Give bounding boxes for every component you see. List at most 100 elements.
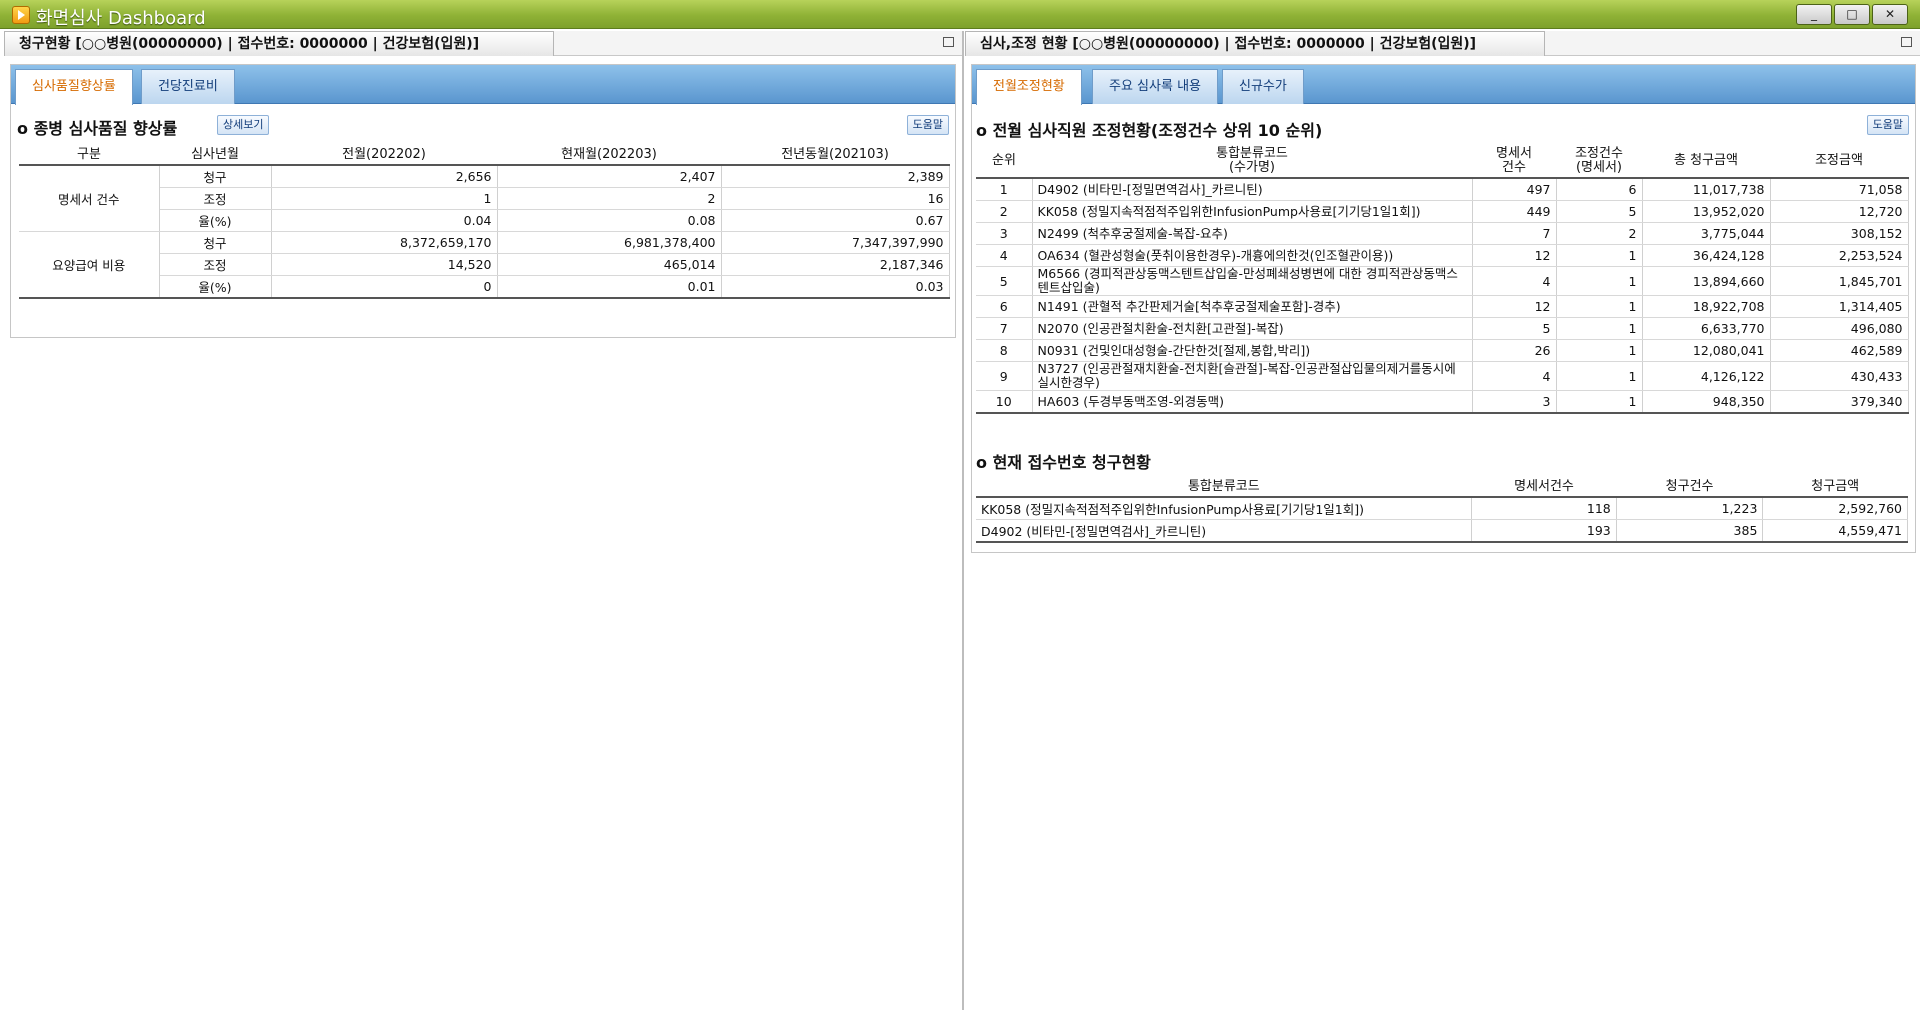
cell-claims: 385 [1616, 519, 1764, 543]
help-button[interactable]: 도움말 [906, 115, 949, 135]
cell-count: 5 [1472, 317, 1557, 340]
quality-table: 구분 심사년월 전월(202202) 현재월(202203) 전년동월(2021… [19, 141, 950, 299]
cell-code: M6566 (경피적관상동맥스텐트삽입술-만성폐쇄성병변에 대한 경피적관상동맥… [1032, 266, 1473, 296]
cell-count: 3 [1472, 390, 1557, 414]
cell-adjust-count: 1 [1556, 361, 1643, 391]
cell-adjust-amount: 430,433 [1770, 361, 1909, 391]
table-row[interactable]: 3 N2499 (척추후궁절제술-복잡-요추) 7 2 3,775,044 308,152 [976, 222, 1909, 245]
help-button[interactable]: 도움말 [1866, 115, 1909, 135]
cell-prev: 1 [271, 187, 498, 210]
cell-adjust-count: 1 [1556, 266, 1643, 296]
cell-prev: 8,372,659,170 [271, 231, 498, 254]
tab-new-fees[interactable]: 신규수가 [1222, 69, 1304, 104]
maximize-button[interactable]: □ [1834, 4, 1870, 25]
row-label: 조정 [159, 187, 272, 210]
cell-claims: 1,223 [1616, 497, 1764, 520]
cell-adjust-count: 1 [1556, 390, 1643, 414]
table-row[interactable]: D4902 (비타민-[정밀면역검사]_카르니틴) 193 385 4,559,… [976, 519, 1908, 543]
table-row[interactable]: 4 OA634 (혈관성형술(풋취이용한경우)-개흉에의한것(인조혈관이용)) 12… [976, 244, 1909, 267]
detail-view-button[interactable]: 상세보기 [217, 115, 270, 135]
cell-claim-amount: 6,633,770 [1642, 317, 1771, 340]
col-header: 조정건수 (명세서) [1556, 145, 1642, 179]
cell-count: 497 [1472, 178, 1557, 201]
cell-claim-amount: 11,017,738 [1642, 178, 1771, 201]
cell-last-year: 0.03 [721, 275, 950, 299]
tab-last-month-adjustment[interactable]: 전월조정현황 [976, 69, 1082, 105]
table-row[interactable]: 8 N0931 (건및인대성형술-간단한것[절제,봉합,박리]) 26 1 12,080… [976, 339, 1909, 362]
pane-header: 청구현황 [○○병원(00000000) | 접수번호: 0000000 | 건… [4, 31, 962, 56]
table-row[interactable]: KK058 (정밀지속적점적주입위한InfusionPump사용료[기기당1일1… [976, 497, 1908, 520]
table-row[interactable]: 10 HA603 (두경부동맥조영-외경동맥) 3 1 948,350 379,340 [976, 390, 1909, 414]
col-header: 구분 [19, 141, 159, 166]
cell-rank: 10 [976, 390, 1033, 414]
cell-rank: 7 [976, 317, 1033, 340]
cell-cur: 465,014 [497, 253, 722, 276]
cell-adjust-count: 5 [1556, 200, 1643, 223]
cell-claim-amount: 948,350 [1642, 390, 1771, 414]
pane-header-title: 청구현황 [○○병원(00000000) | 접수번호: 0000000 | 건… [4, 31, 554, 56]
table-row: 명세서 건수 청구 2,656 2,407 2,389 [19, 165, 950, 232]
table-row[interactable]: 2 KK058 (정밀지속적점적주입위한InfusionPump사용료[기기당1일… [976, 200, 1909, 223]
table-row[interactable]: 5 M6566 (경피적관상동맥스텐트삽입술-만성폐쇄성병변에 대한 경피적관상동… [976, 266, 1909, 296]
col-header: 전년동월(202103) [721, 141, 949, 166]
claim-status-pane: 청구현황 [○○병원(00000000) | 접수번호: 0000000 | 건… [4, 31, 964, 1010]
maximize-pane-icon[interactable] [943, 37, 954, 47]
cell-code: N3727 (인공관절재치환술-전치환[슬관절]-복잡-인공관절삽입물의제거를동… [1032, 361, 1473, 391]
col-header: 심사년월 [159, 141, 271, 166]
cell-cur: 2,407 [497, 165, 722, 188]
col-header: 조정금액 [1770, 145, 1908, 179]
adjustment-section: 전월조정현황 주요 심사록 내용 신규수가 전월 심사직원 조정현황(조정건수 … [971, 64, 1916, 553]
cell-prev: 0.04 [271, 209, 498, 232]
row-label: 율(%) [159, 275, 272, 299]
pane-header: 심사,조정 현황 [○○병원(00000000) | 접수번호: 0000000… [965, 31, 1920, 56]
adjustment-top10-table: 순위 통합분류코드 (수가명) 명세서 건수 조정건수 (명세서) 총 청구금액… [976, 145, 1909, 414]
cell-adjust-amount: 12,720 [1770, 200, 1909, 223]
tab-bar: 심사품질향상률 건당진료비 [11, 65, 955, 105]
table-row[interactable]: 6 N1491 (관혈적 추간판제거술[척추후궁절제술포함]-경추) 12 1 18,9… [976, 295, 1909, 318]
tab-cost-per-case[interactable]: 건당진료비 [141, 69, 235, 104]
review-adjustment-pane: 심사,조정 현황 [○○병원(00000000) | 접수번호: 0000000… [965, 31, 1920, 1010]
cell-cur: 6,981,378,400 [497, 231, 722, 254]
section-title: 전월 심사직원 조정현황(조정건수 상위 10 순위) [976, 117, 1323, 141]
tab-key-review-notes[interactable]: 주요 심사록 내용 [1092, 69, 1218, 104]
col-header: 전월(202202) [271, 141, 497, 166]
cell-last-year: 2,187,346 [721, 253, 950, 276]
cell-count: 4 [1472, 266, 1557, 296]
cell-adjust-count: 2 [1556, 222, 1643, 245]
cell-code: D4902 (비타민-[정밀면역검사]_카르니틴) [976, 519, 1473, 543]
row-label: 청구 [159, 231, 272, 254]
col-header: 명세서건수 [1471, 473, 1617, 498]
table-row[interactable]: 1 D4902 (비타민-[정밀면역검사]_카르니틴) 497 6 11,017,738… [976, 178, 1909, 201]
window-titlebar: 화면심사 Dashboard _ □ ✕ [0, 0, 1920, 29]
table-row: 율(%) 0.04 0.08 0.67 [19, 209, 950, 232]
table-row: 요양급여 비용 청구 8,372,659,170 6,981,378,400 7… [19, 231, 950, 299]
tab-quality-improvement[interactable]: 심사품질향상률 [15, 69, 133, 105]
col-header: 현재월(202203) [497, 141, 721, 166]
close-button[interactable]: ✕ [1872, 4, 1908, 25]
cell-adjust-count: 1 [1556, 295, 1643, 318]
cell-claim-amount: 3,775,044 [1642, 222, 1771, 245]
group-label: 요양급여 비용 [19, 231, 160, 299]
cell-code: HA603 (두경부동맥조영-외경동맥) [1032, 390, 1473, 414]
minimize-button[interactable]: _ [1796, 4, 1832, 25]
group-label: 명세서 건수 [19, 165, 160, 232]
maximize-pane-icon[interactable] [1901, 37, 1912, 47]
cell-claim-amount: 36,424,128 [1642, 244, 1771, 267]
cell-rank: 2 [976, 200, 1033, 223]
cell-count: 449 [1472, 200, 1557, 223]
cell-adjust-amount: 71,058 [1770, 178, 1909, 201]
cell-code: N2499 (척추후궁절제술-복잡-요추) [1032, 222, 1473, 245]
cell-rank: 1 [976, 178, 1033, 201]
col-header: 명세서 건수 [1472, 145, 1556, 179]
cell-count: 4 [1472, 361, 1557, 391]
cell-count: 26 [1472, 339, 1557, 362]
cell-count: 118 [1471, 497, 1617, 520]
table-row[interactable]: 9 N3727 (인공관절재치환술-전치환[슬관절]-복잡-인공관절삽입물의제거를… [976, 361, 1909, 391]
cell-last-year: 0.67 [721, 209, 950, 232]
cell-rank: 9 [976, 361, 1033, 391]
col-header: 순위 [976, 145, 1032, 179]
cell-count: 193 [1471, 519, 1617, 543]
table-row[interactable]: 7 N2070 (인공관절치환술-전치환[고관절]-복잡) 5 1 6,633,770 4… [976, 317, 1909, 340]
cell-adjust-amount: 2,253,524 [1770, 244, 1909, 267]
row-label: 조정 [159, 253, 272, 276]
